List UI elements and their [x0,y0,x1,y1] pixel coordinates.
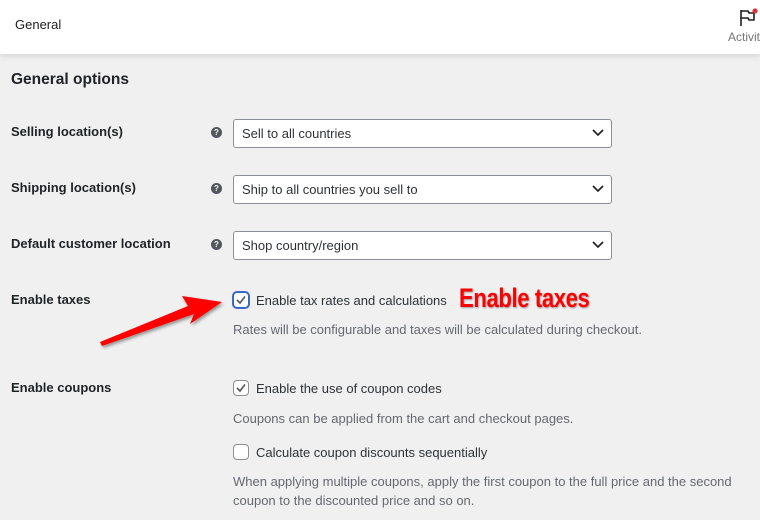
enable-coupons-description: Coupons can be applied from the cart and… [233,411,574,426]
chevron-down-icon [592,241,604,249]
customer-location-select[interactable]: Shop country/region [233,231,612,260]
annotation-label: Enable taxes [459,283,590,313]
help-icon[interactable]: ? [211,127,222,138]
chevron-down-icon [592,185,604,193]
sequential-coupons-checkbox[interactable] [233,444,249,460]
enable-coupons-checkbox-label[interactable]: Enable the use of coupon codes [256,381,442,396]
sequential-coupons-description: When applying multiple coupons, apply th… [233,474,732,508]
chevron-down-icon [592,129,604,137]
activity-label: Activity [728,30,760,44]
page-title: General [15,17,62,32]
enable-taxes-checkbox[interactable] [233,292,249,308]
enable-taxes-description: Rates will be configurable and taxes wil… [233,322,643,337]
checkmark-icon [236,384,246,393]
top-bar: General Activity [0,0,760,54]
sequential-coupons-checkbox-label[interactable]: Calculate coupon discounts sequentially [256,445,487,460]
customer-location-label: Default customer location [11,236,171,251]
activity-button[interactable]: Activity [728,6,760,50]
enable-taxes-label: Enable taxes [11,292,91,307]
help-icon[interactable]: ? [211,183,222,194]
notification-dot-icon [752,8,758,14]
shipping-location-label: Shipping location(s) [11,180,136,195]
customer-location-value: Shop country/region [242,238,359,253]
shipping-location-select[interactable]: Ship to all countries you sell to [233,175,612,204]
enable-coupons-label: Enable coupons [11,380,112,395]
selling-location-value: Sell to all countries [242,126,352,141]
shipping-location-value: Ship to all countries you sell to [242,182,418,197]
selling-location-label: Selling location(s) [11,124,123,139]
section-title: General options [11,71,129,88]
selling-location-select[interactable]: Sell to all countries [233,119,612,148]
help-icon[interactable]: ? [211,239,222,250]
enable-taxes-checkbox-label[interactable]: Enable tax rates and calculations [256,293,447,308]
annotation-arrow-icon [100,296,222,346]
checkmark-icon [236,296,246,305]
enable-coupons-checkbox[interactable] [233,380,249,396]
flag-icon [740,8,758,26]
